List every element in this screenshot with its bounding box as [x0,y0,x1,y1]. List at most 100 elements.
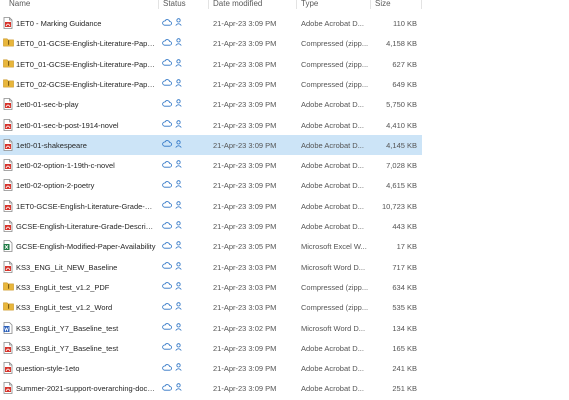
file-size: 627 KB [392,59,417,69]
file-row[interactable]: 1et0-02-option-2-poetry 21-Apr-23 3:09 PM… [0,175,422,195]
file-type: Adobe Acrobat D... [301,100,364,110]
zip-folder-icon [3,37,14,49]
column-header-date-modified[interactable]: Date modified [213,0,262,8]
file-row[interactable]: 1ET0-GCSE-English-Literature-Grade-Des..… [0,196,422,216]
sync-status [162,38,182,48]
shared-person-icon [175,119,182,130]
file-date-modified: 21-Apr-23 3:09 PM [213,120,277,130]
sync-status [162,119,182,130]
file-type: Compressed (zipp... [301,79,369,89]
file-date-modified: 21-Apr-23 3:03 PM [213,282,277,292]
sync-status [162,302,182,312]
file-row[interactable]: Summer-2021-support-overarching-docu... 2… [0,378,422,398]
sync-status [162,160,182,170]
file-row[interactable]: KS3_EngLit_Y7_Baseline_test 21-Apr-23 3:0… [0,338,422,358]
file-date-modified: 21-Apr-23 3:09 PM [213,79,277,89]
file-name[interactable]: KS3_ENG_Lit_NEW_Baseline [16,263,156,272]
column-header-bar: Name Status Date modified Type Size [0,0,569,9]
cloud-icon [162,323,172,332]
file-size: 4,158 KB [386,39,417,49]
sync-status [162,18,182,28]
file-name[interactable]: KS3_EngLit_test_v1.2_Word [16,303,156,312]
file-row[interactable]: 1ET0_01-GCSE-English-Literature-Paper-..… [0,33,422,53]
file-size: 5,750 KB [386,100,417,110]
file-name[interactable]: 1et0-01-shakespeare [16,141,156,150]
file-name[interactable]: 1et0-01-sec-b-play [16,100,156,109]
file-row[interactable]: 1et0-01-shakespeare 21-Apr-23 3:09 PM Adob… [0,134,422,155]
pdf-icon [3,260,13,273]
zip-folder-icon [3,281,14,293]
file-name[interactable]: KS3_EngLit_Y7_Baseline_test [16,324,156,333]
file-row[interactable]: GCSE-English-Modified-Paper-Availability… [0,236,422,256]
cloud-icon [162,242,172,251]
column-divider[interactable] [421,0,422,9]
file-date-modified: 21-Apr-23 3:02 PM [213,323,277,333]
file-date-modified: 21-Apr-23 3:03 PM [213,262,277,272]
pdf-icon [3,220,13,232]
file-type: Adobe Acrobat D... [301,120,364,130]
file-name[interactable]: 1ET0_01-GCSE-English-Literature-Paper-..… [16,39,156,48]
file-name[interactable]: 1et0-02-option-2-poetry [16,181,156,190]
file-row[interactable]: KS3_EngLit_test_v1.2_Word 21-Apr-23 3:03 … [0,297,422,317]
file-type: Adobe Acrobat D... [301,222,364,231]
shared-person-icon [175,140,182,150]
cloud-icon [162,262,172,271]
column-header-name[interactable]: Name [9,0,30,8]
file-date-modified: 21-Apr-23 3:09 PM [213,181,277,191]
file-type: Adobe Acrobat D... [301,364,364,374]
cloud-icon [162,79,172,88]
file-type: Compressed (zipp... [301,59,369,69]
file-size: 110 KB [392,19,417,28]
shared-person-icon [175,79,182,89]
file-name[interactable]: 1et0-02-option-1-19th-c-novel [16,161,156,170]
file-name[interactable]: KS3_EngLit_test_v1.2_PDF [16,283,156,292]
column-header-size[interactable]: Size [375,0,391,8]
file-row[interactable]: 1et0-02-option-1-19th-c-novel 21-Apr-23 3… [0,155,422,175]
file-name[interactable]: 1ET0_02-GCSE-English-Literature-Paper-..… [16,80,156,89]
file-type: Adobe Acrobat D... [301,161,364,171]
column-divider[interactable] [158,0,159,9]
file-size: 649 KB [392,79,417,89]
file-name[interactable]: question-style-1eto [16,364,156,373]
file-type: Adobe Acrobat D... [301,19,364,28]
file-name[interactable]: GCSE-English-Literature-Grade-Descripto.… [16,222,156,231]
cloud-icon [162,384,172,393]
file-size: 4,145 KB [386,140,417,150]
file-row[interactable]: KS3_EngLit_test_v1.2_PDF 21-Apr-23 3:03 P… [0,277,422,297]
file-row[interactable]: 1ET0 - Marking Guidance 21-Apr-23 3:09 PM… [0,13,422,33]
cloud-icon [162,18,172,28]
file-date-modified: 21-Apr-23 3:08 PM [213,59,277,69]
pdf-icon [3,138,13,151]
column-divider[interactable] [208,0,209,9]
file-date-modified: 21-Apr-23 3:09 PM [213,161,277,171]
column-divider[interactable] [296,0,297,9]
file-name[interactable]: GCSE-English-Modified-Paper-Availability [16,242,156,251]
file-row[interactable]: KS3_EngLit_Y7_Baseline_test 21-Apr-23 3:0… [0,318,422,338]
file-row[interactable]: 1ET0_02-GCSE-English-Literature-Paper-..… [0,74,422,94]
cloud-icon [162,282,172,291]
file-row[interactable]: KS3_ENG_Lit_NEW_Baseline 21-Apr-23 3:03 P… [0,257,422,277]
file-row[interactable]: question-style-1eto 21-Apr-23 3:09 PM Adob… [0,358,422,378]
file-name[interactable]: 1ET0-GCSE-English-Literature-Grade-Des..… [16,202,156,211]
file-row[interactable]: 1et0-01-sec-b-post-1914-novel 21-Apr-23 3… [0,115,422,135]
file-name[interactable]: 1ET0_01-GCSE-English-Literature-Paper-..… [16,60,156,69]
shared-person-icon [175,383,182,393]
file-type: Adobe Acrobat D... [301,384,364,394]
column-divider[interactable] [370,0,371,9]
column-header-type[interactable]: Type [301,0,318,8]
file-row[interactable]: 1et0-01-sec-b-play 21-Apr-23 3:09 PM Adobe… [0,94,422,114]
column-header-status[interactable]: Status [163,0,186,8]
file-row[interactable]: GCSE-English-Literature-Grade-Descripto.… [0,216,422,236]
sync-status [162,58,182,69]
file-type: Microsoft Word D... [301,323,366,333]
file-name[interactable]: KS3_EngLit_Y7_Baseline_test [16,344,156,353]
file-name[interactable]: 1ET0 - Marking Guidance [16,19,156,28]
shared-person-icon [175,160,182,170]
sync-status [162,79,182,89]
shared-person-icon [175,99,182,109]
file-name[interactable]: Summer-2021-support-overarching-docu... [16,384,156,393]
file-name[interactable]: 1et0-01-sec-b-post-1914-novel [16,121,156,130]
file-row[interactable]: 1ET0_01-GCSE-English-Literature-Paper-..… [0,54,422,74]
file-size: 443 KB [392,222,417,231]
file-date-modified: 21-Apr-23 3:09 PM [213,39,277,49]
